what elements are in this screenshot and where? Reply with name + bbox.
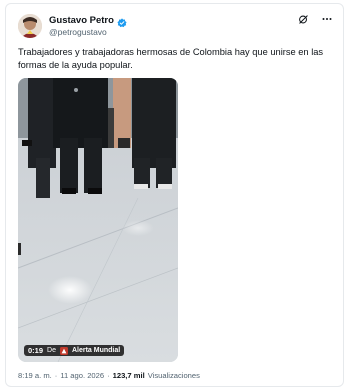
tweet-time[interactable]: 8:19 a. m.: [18, 371, 52, 380]
video-player[interactable]: 0:19 De Alerta Mundial: [18, 78, 178, 362]
meta-separator: ·: [54, 371, 58, 380]
watermark-prefix: De: [47, 347, 56, 354]
tweet-card: Gustavo Petro @petrogustavo Trabajadores…: [5, 3, 344, 387]
tweet-text: Trabajadores y trabajadoras hermosas de …: [18, 47, 324, 70]
avatar[interactable]: [18, 14, 42, 38]
verified-badge-icon: [117, 15, 127, 28]
video-timestamp-bar: 0:19 De Alerta Mundial: [24, 345, 125, 356]
tweet-date[interactable]: 11 ago. 2026: [60, 371, 104, 380]
watermark-name: Alerta Mundial: [71, 347, 121, 354]
grok-icon[interactable]: [297, 13, 309, 25]
tweet-top-actions: [297, 13, 333, 25]
video-time: 0:19: [28, 346, 44, 355]
video-frame: [18, 78, 178, 362]
views-label: Visualizaciones: [147, 371, 200, 380]
watermark-logo-icon: [59, 346, 68, 355]
author-name[interactable]: Gustavo Petro: [49, 15, 114, 26]
author-row: Gustavo Petro: [49, 13, 127, 28]
more-icon[interactable]: [321, 13, 333, 25]
tweet-meta: 8:19 a. m. · 11 ago. 2026 · 123,7 mil Vi…: [18, 371, 200, 380]
views-count: 123,7 mil: [112, 371, 145, 380]
author-handle[interactable]: @petrogustavo: [49, 27, 107, 37]
meta-separator: ·: [107, 371, 110, 380]
